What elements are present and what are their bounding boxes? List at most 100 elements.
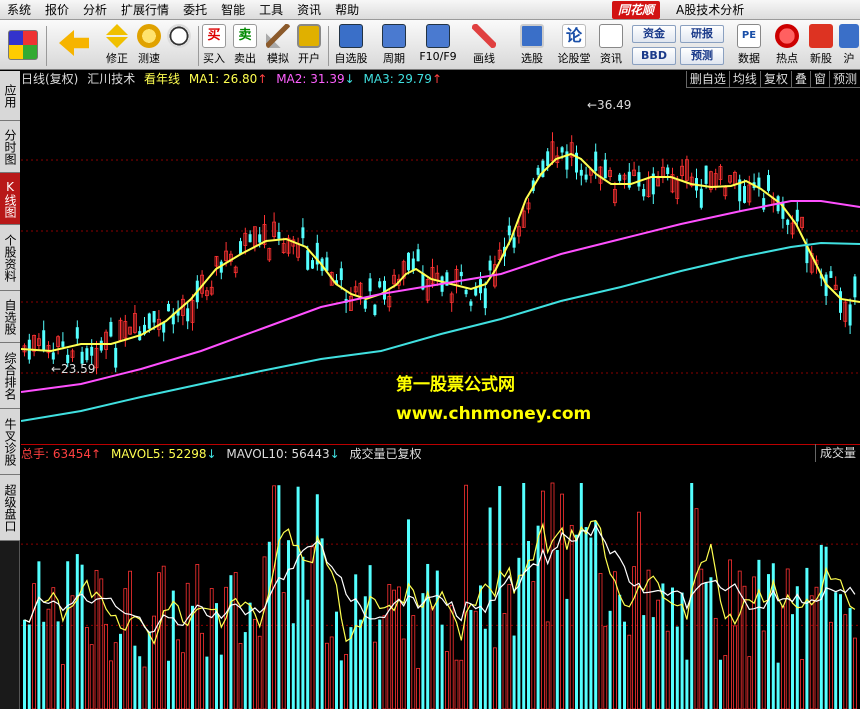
forum-button[interactable]: 论 论股堂 xyxy=(554,24,594,68)
volume-chart[interactable] xyxy=(21,463,860,709)
volume-bar xyxy=(531,581,536,709)
candlestick xyxy=(839,287,842,321)
tab-intraday[interactable]: 分时图 xyxy=(0,121,20,173)
volume-bar xyxy=(421,593,425,709)
candlestick xyxy=(363,299,367,312)
volume-bar xyxy=(579,483,583,709)
ma-button[interactable]: 均线 xyxy=(728,71,760,88)
simulate-button[interactable]: 模拟 xyxy=(263,24,293,68)
candlestick xyxy=(42,320,46,353)
volume-indicator-button[interactable]: 成交量 xyxy=(814,444,860,462)
volume-bar xyxy=(219,654,223,709)
menu-smart[interactable]: 智能 xyxy=(214,0,252,20)
menu-news[interactable]: 资讯 xyxy=(290,0,328,20)
overlay-button[interactable]: 叠 xyxy=(790,71,810,88)
tab-apps[interactable]: 应用 xyxy=(0,71,20,121)
candlestick xyxy=(228,250,233,266)
volume-bar xyxy=(492,647,497,709)
period-text[interactable]: 日线(复权) xyxy=(21,72,78,86)
candlestick xyxy=(762,192,766,213)
candlestick xyxy=(833,276,838,291)
volume-bar xyxy=(469,609,473,709)
correct-label: 修正 xyxy=(106,52,128,65)
watchlist-button[interactable]: 自选股 xyxy=(330,24,372,68)
candlestick xyxy=(603,152,607,179)
ma1-value: MA1: 26.80↑ xyxy=(188,72,268,86)
candlestick xyxy=(248,230,252,243)
candlestick xyxy=(464,288,468,298)
volume-bar xyxy=(584,527,588,709)
sell-button[interactable]: 卖 卖出 xyxy=(231,24,259,68)
menu-quote[interactable]: 报价 xyxy=(38,0,76,20)
period-icon xyxy=(382,24,406,48)
open-account-button[interactable]: 开户 xyxy=(294,24,324,68)
predict-button[interactable]: 预测 xyxy=(828,71,860,88)
news-label: 资讯 xyxy=(600,52,622,65)
candlestick xyxy=(272,212,277,240)
data-button[interactable]: PE 数据 xyxy=(734,24,764,68)
candlestick xyxy=(738,174,742,212)
stock-screen-button[interactable]: 选股 xyxy=(512,24,552,68)
volume-bar xyxy=(354,574,358,709)
menu-extended[interactable]: 扩展行情 xyxy=(114,0,176,20)
fund-button[interactable]: 资金 xyxy=(632,25,676,43)
clock-button[interactable] xyxy=(164,24,194,68)
view-year-line[interactable]: 看年线 xyxy=(144,72,180,86)
back-button[interactable] xyxy=(54,24,94,68)
volume-bar xyxy=(550,482,555,709)
tab-watchlist[interactable]: 自选股 xyxy=(0,291,20,343)
volume-bar xyxy=(454,659,459,709)
hot-button[interactable]: 热点 xyxy=(772,24,802,68)
volume-adjusted-note: 成交量已复权 xyxy=(349,447,422,461)
volume-bar xyxy=(613,571,617,709)
sell-icon: 卖 xyxy=(233,24,257,48)
forecast-button[interactable]: 预测 xyxy=(680,47,724,65)
candlestick xyxy=(651,167,655,204)
sh-button[interactable]: 沪 xyxy=(838,24,860,68)
menu-tools[interactable]: 工具 xyxy=(252,0,290,20)
mavol5-value: MAVOL5: 52298↓ xyxy=(110,447,217,461)
volume-bar xyxy=(248,602,252,709)
menu-help[interactable]: 帮助 xyxy=(328,0,366,20)
volume-bar xyxy=(315,494,319,709)
news-button[interactable]: 资讯 xyxy=(596,24,626,68)
ma1-line xyxy=(21,152,860,353)
volume-bar xyxy=(728,559,732,709)
volume-bar xyxy=(805,567,809,709)
remove-watchlist-button[interactable]: 删自选 xyxy=(685,71,729,88)
menu-analysis[interactable]: 分析 xyxy=(76,0,114,20)
buy-button[interactable]: 买 买入 xyxy=(200,24,228,68)
correct-button[interactable]: 修正 xyxy=(102,24,132,68)
window-button[interactable]: 窗 xyxy=(809,71,829,88)
menu-system[interactable]: 系统 xyxy=(0,0,38,20)
adjust-button[interactable]: 复权 xyxy=(759,71,791,88)
candlestick xyxy=(209,280,214,296)
stock-name: 汇川技术 xyxy=(87,72,136,86)
new-stock-button[interactable]: 新股 xyxy=(806,24,836,68)
draw-line-button[interactable]: 画线 xyxy=(464,24,504,68)
period-button[interactable]: 周期 xyxy=(374,24,414,68)
speed-test-button[interactable]: 测速 xyxy=(134,24,164,68)
research-button[interactable]: 研报 xyxy=(680,25,724,43)
tab-super-panel[interactable]: 超级盘口 xyxy=(0,475,20,541)
volume-bar xyxy=(359,619,362,709)
tab-stock-info[interactable]: 个股资料 xyxy=(0,225,20,291)
candlestick xyxy=(219,259,223,280)
volume-bar xyxy=(440,624,444,709)
f10-button[interactable]: F10/F9 xyxy=(416,24,460,68)
menu-trade[interactable]: 委托 xyxy=(176,0,214,20)
layout-button[interactable] xyxy=(6,24,40,68)
bbd-button[interactable]: BBD xyxy=(632,47,676,65)
tab-kline[interactable]: K线图 xyxy=(0,173,20,225)
volume-bar xyxy=(272,485,277,709)
toolbar-separator xyxy=(198,26,199,66)
tab-ranking[interactable]: 综合排名 xyxy=(0,343,20,409)
volume-bar xyxy=(704,582,708,709)
tab-diagnosis[interactable]: 牛叉诊股 xyxy=(0,409,20,475)
volume-bar xyxy=(608,610,612,709)
volume-bar xyxy=(713,617,718,709)
candlestick xyxy=(109,317,113,338)
candlestick xyxy=(133,305,137,334)
candlestick xyxy=(32,334,37,357)
volume-bar xyxy=(310,546,315,709)
